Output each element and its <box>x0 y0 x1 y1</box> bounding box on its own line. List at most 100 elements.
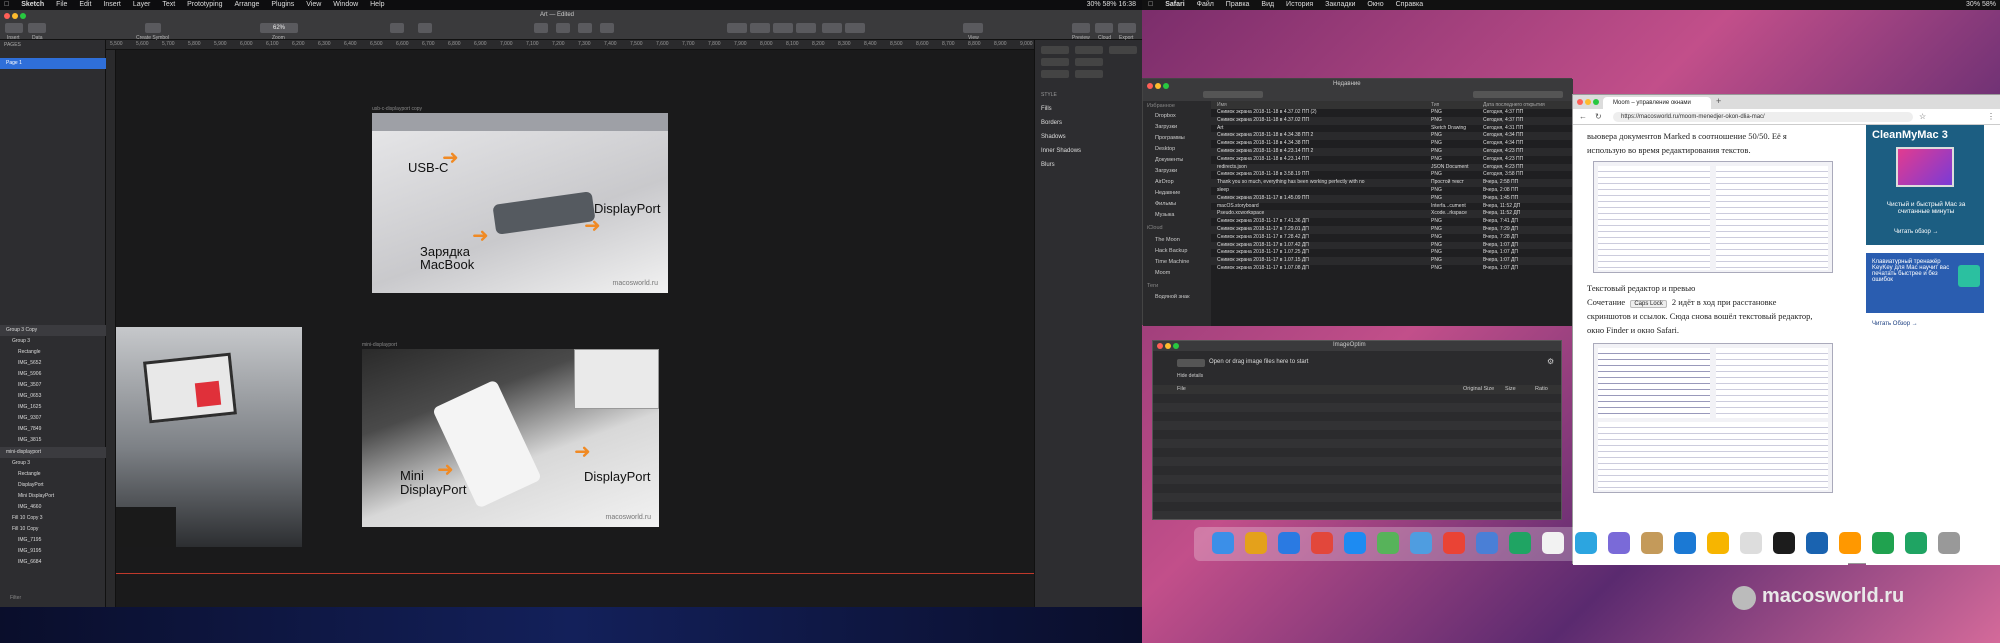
file-row[interactable]: Снимок экрана 2018-11-17 в 7.41.36 ДП PNG… <box>1211 218 1573 226</box>
sidebar-item[interactable]: Загрузки <box>1155 124 1177 130</box>
menu-plugins[interactable]: Plugins <box>271 0 294 10</box>
file-row[interactable]: Снимок экрана 2018-11-18 в 4.23.14 ПП PNG… <box>1211 156 1573 164</box>
numbers-icon[interactable] <box>1872 532 1894 554</box>
rotate-field[interactable] <box>1041 70 1069 78</box>
close-icon[interactable] <box>4 13 10 19</box>
size-field[interactable] <box>1041 58 1069 66</box>
layer-item[interactable]: Group 3 <box>0 458 106 469</box>
layer-item[interactable]: IMG_5906 <box>0 369 106 380</box>
calendar-icon[interactable] <box>1542 532 1564 554</box>
col-size[interactable]: Size <box>1505 385 1516 394</box>
close-icon[interactable] <box>1147 83 1153 89</box>
terminal-icon[interactable] <box>1773 532 1795 554</box>
ad-link[interactable]: Читать Обзор → <box>1872 321 1918 327</box>
artboard-usbc-photo[interactable]: ➜ ➜ ➜ USB-C DisplayPort Зарядка MacBook … <box>372 113 668 293</box>
export-button[interactable] <box>1118 23 1136 33</box>
col-ratio[interactable]: Ratio <box>1535 385 1548 394</box>
menu-sketch[interactable]: Sketch <box>21 0 44 10</box>
layer-item[interactable]: Fill 10 Copy 3 <box>0 513 106 524</box>
menu-icon[interactable]: ⋮ <box>1987 112 1995 121</box>
inner-shadows-section[interactable]: Inner Shadows <box>1041 148 1081 154</box>
menu-view[interactable]: View <box>306 0 321 10</box>
finder-icon[interactable] <box>1212 532 1234 554</box>
file-row[interactable]: Снимок экрана 2018-11-17 в 7.29.01 ДП PNG… <box>1211 226 1573 234</box>
file-row[interactable]: Снимок экрана 2018-11-18 в 4.23.14 ПП 2 P… <box>1211 148 1573 156</box>
ad-link[interactable]: Читать обзор → <box>1894 229 1938 235</box>
file-row[interactable]: Снимок экрана 2018-11-17 в 1.07.25 ДП PNG… <box>1211 249 1573 257</box>
sidebar-item[interactable]: Музыка <box>1155 212 1174 218</box>
layer-item[interactable]: IMG_7849 <box>0 424 106 435</box>
menu-text[interactable]: Text <box>162 0 175 10</box>
position-field[interactable] <box>1041 46 1069 54</box>
layer-item[interactable]: IMG_4660 <box>0 502 106 513</box>
menu-file[interactable]: File <box>56 0 67 10</box>
file-row[interactable]: sleep PNG Вчера, 2:08 ПП <box>1211 187 1573 195</box>
edit-button[interactable] <box>390 23 404 33</box>
size-field[interactable] <box>1075 58 1103 66</box>
browser-tab[interactable]: Moom – управление окнами <box>1603 97 1711 109</box>
menu-window[interactable]: Окно <box>1367 1 1383 8</box>
sidebar-item[interactable]: Фильмы <box>1155 201 1176 207</box>
backward-button[interactable] <box>845 23 865 33</box>
insert-button[interactable] <box>5 23 23 33</box>
preview-icon[interactable] <box>1410 532 1432 554</box>
file-row[interactable]: Thank you so much, everything has been w… <box>1211 179 1573 187</box>
create-symbol-button[interactable] <box>145 23 161 33</box>
ad-keykey[interactable]: Клавиатурный тренажёр KeyKey для Mac нау… <box>1866 253 1984 327</box>
file-row[interactable]: Pseudo.xcworkspace Xcode...rkspace Вчера, … <box>1211 210 1573 219</box>
menu-prototyping[interactable]: Prototyping <box>187 0 222 10</box>
position-field[interactable] <box>1109 46 1137 54</box>
close-icon[interactable] <box>1157 343 1163 349</box>
menu-help[interactable]: Справка <box>1396 1 1423 8</box>
col-name[interactable]: Имя <box>1217 101 1227 109</box>
skype-icon[interactable] <box>1905 532 1927 554</box>
subtract-button[interactable] <box>750 23 770 33</box>
layer-item[interactable]: IMG_5652 <box>0 358 106 369</box>
layer-item[interactable]: IMG_7195 <box>0 535 106 546</box>
layer-item[interactable]: IMG_6684 <box>0 557 106 568</box>
file-row[interactable]: Снимок экрана 2018-11-18 в 4.37.02 ПП PNG… <box>1211 116 1573 125</box>
add-button[interactable] <box>1177 359 1205 367</box>
opacity-field[interactable] <box>1075 70 1103 78</box>
hangouts-icon[interactable] <box>1509 532 1531 554</box>
col-type[interactable]: Тип <box>1431 101 1439 109</box>
fills-section[interactable]: Fills <box>1041 106 1052 112</box>
file-row[interactable]: macOS.storyboard Interfa...cument Вчера, 1… <box>1211 203 1573 211</box>
minimize-icon[interactable] <box>1165 343 1171 349</box>
maps-icon[interactable] <box>1377 532 1399 554</box>
shadows-section[interactable]: Shadows <box>1041 134 1066 140</box>
sidebar-item[interactable]: Dropbox <box>1155 113 1176 119</box>
ad-cleanmymac[interactable]: CleanMyMac 3 Чистый и быстрый Mac за счи… <box>1866 125 1984 245</box>
archive-icon[interactable] <box>1641 532 1663 554</box>
layer-item[interactable]: DisplayPort <box>0 480 106 491</box>
position-field[interactable] <box>1075 46 1103 54</box>
layer-item[interactable]: IMG_9195 <box>0 546 106 557</box>
sidebar-item[interactable]: Документы <box>1155 157 1183 163</box>
view-button[interactable] <box>963 23 983 33</box>
mask-button[interactable] <box>578 23 592 33</box>
canvas[interactable]: usb-c-displayport copy ➜ ➜ ➜ USB-C Displ… <box>116 50 1034 607</box>
sidebar-item[interactable]: The Moon <box>1155 237 1180 243</box>
star-icon[interactable]: ☆ <box>1919 112 1926 121</box>
file-row[interactable]: Снимок экрана 2018-11-17 в 1.45.09 ПП PNG… <box>1211 194 1573 203</box>
menu-file[interactable]: Файл <box>1197 1 1214 8</box>
file-row[interactable]: Снимок экрана 2018-11-18 в 4.34.38 ПП PNG… <box>1211 140 1573 148</box>
macbook-photo[interactable] <box>116 327 302 547</box>
menu-history[interactable]: История <box>1286 1 1313 8</box>
sidebar-item[interactable]: Moom <box>1155 270 1170 276</box>
cloud-button[interactable] <box>1095 23 1113 33</box>
col-original[interactable]: Original Size <box>1463 385 1494 394</box>
borders-section[interactable]: Borders <box>1041 120 1062 126</box>
sidebar-item[interactable]: Hack Backup <box>1155 248 1187 254</box>
menu-layer[interactable]: Layer <box>133 0 151 10</box>
filter-field[interactable]: Filter <box>0 593 106 604</box>
google-icon[interactable] <box>1443 532 1465 554</box>
flatten-button[interactable] <box>556 23 570 33</box>
sidebar-item[interactable]: AirDrop <box>1155 179 1174 185</box>
sidebar-item[interactable]: Недавние <box>1155 190 1180 196</box>
maximize-icon[interactable] <box>1173 343 1179 349</box>
file-row[interactable]: Art Sketch Drawing Сегодня, 4:31 ПП <box>1211 125 1573 133</box>
tasks-icon[interactable] <box>1476 532 1498 554</box>
layer-item[interactable]: IMG_9307 <box>0 413 106 424</box>
zoom-control[interactable]: 62% <box>260 23 298 33</box>
